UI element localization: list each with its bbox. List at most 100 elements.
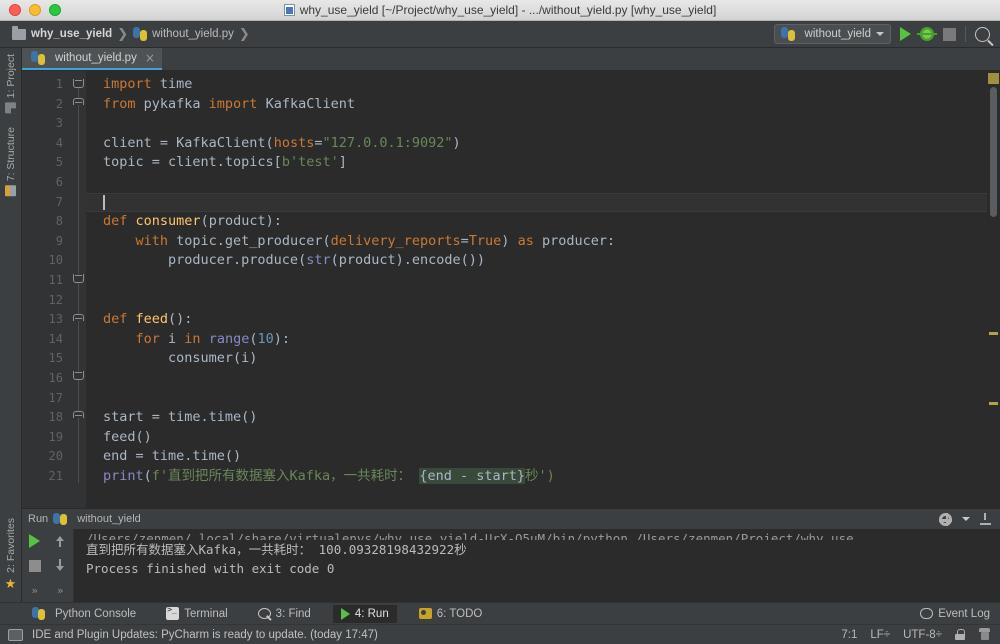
python-icon [32, 607, 45, 620]
code-line[interactable]: start = time.time() [86, 408, 1000, 428]
code-token: delivery_reports [331, 233, 461, 249]
fold-marker-consumer-end[interactable] [73, 314, 84, 321]
code-line[interactable]: import time [86, 75, 1000, 95]
code-token: import [103, 76, 152, 92]
window-title-bar: why_use_yield [~/Project/why_use_yield] … [0, 0, 1000, 21]
fold-marker-import[interactable] [73, 79, 84, 88]
code-token: pykafka [136, 96, 209, 112]
code-line[interactable] [86, 389, 1000, 409]
tab-terminal[interactable]: Terminal [158, 605, 235, 623]
breadcrumb-project-label: why_use_yield [31, 28, 112, 40]
code-token: ) [501, 233, 517, 249]
search-icon[interactable] [975, 27, 990, 42]
code-line[interactable] [86, 173, 1000, 193]
line-number: 17 [22, 389, 72, 409]
left-tool-window-bar: 1: Project 7: Structure ★ 2: Favorites [0, 48, 22, 602]
line-number: 15 [22, 349, 72, 369]
fold-marker-feed-end[interactable] [73, 411, 84, 418]
python-file-icon [284, 4, 295, 16]
line-number: 8 [22, 212, 72, 232]
code-line[interactable]: feed() [86, 428, 1000, 448]
tab-python-console[interactable]: Python Console [24, 605, 144, 623]
code-token: hosts [274, 135, 315, 151]
breadcrumb-item-project[interactable]: why_use_yield [12, 28, 112, 40]
fold-marker-consumer[interactable] [73, 274, 84, 283]
speech-bubble-icon [920, 608, 933, 619]
debug-icon[interactable] [920, 27, 934, 41]
close-icon[interactable]: × [145, 51, 155, 65]
line-number-gutter: 123456789101112131415161718192021 [22, 71, 72, 508]
stop-icon[interactable] [29, 560, 41, 572]
code-line[interactable]: def consumer(product): [86, 212, 1000, 232]
run-icon[interactable] [900, 27, 911, 41]
run-tool-window-toolbar: » » [22, 529, 74, 602]
hector-icon[interactable] [978, 628, 991, 641]
code-token: (): [168, 311, 192, 327]
code-line[interactable]: client = KafkaClient(hosts="127.0.0.1:90… [86, 134, 1000, 154]
tab-run-label: 4: Run [355, 608, 389, 620]
event-log-button[interactable]: Event Log [920, 608, 990, 620]
sidebar-item-favorites[interactable]: ★ 2: Favorites [0, 514, 22, 596]
line-number: 18 [22, 408, 72, 428]
search-icon [258, 608, 271, 619]
breadcrumb-item-file[interactable]: without_yield.py [133, 27, 234, 41]
code-line[interactable]: producer.produce(str(product).encode()) [86, 251, 1000, 271]
editor-marker-scrollbar[interactable] [987, 71, 1000, 508]
tab-run[interactable]: 4: Run [333, 605, 397, 623]
fold-marker-feed[interactable] [73, 371, 84, 380]
warning-marker[interactable] [988, 73, 999, 84]
sidebar-item-project-label: 1: Project [5, 54, 17, 98]
tab-find-label: 3: Find [276, 608, 311, 620]
code-token: f'直到把所有数据塞入Kafka，一共耗时： [152, 468, 420, 484]
code-line[interactable] [86, 193, 1000, 213]
code-line[interactable]: consumer(i) [86, 349, 1000, 369]
lock-icon[interactable] [955, 629, 965, 640]
fold-indent-line [78, 85, 79, 483]
change-marker[interactable] [989, 402, 998, 405]
rerun-icon[interactable] [29, 534, 40, 548]
encoding-selector[interactable]: UTF-8÷ [903, 629, 942, 641]
code-token: ] [339, 154, 347, 170]
scroll-down-icon[interactable] [55, 559, 65, 572]
code-line[interactable]: def feed(): [86, 310, 1000, 330]
code-line[interactable] [86, 369, 1000, 389]
code-line[interactable] [86, 271, 1000, 291]
chevron-down-icon[interactable] [962, 517, 970, 521]
tab-without-yield-py[interactable]: without_yield.py × [22, 48, 162, 70]
run-configuration-selector[interactable]: without_yield [774, 24, 891, 44]
code-token: start = time.time() [103, 409, 257, 425]
expand-icon-secondary[interactable]: » [57, 584, 64, 597]
code-line[interactable] [86, 291, 1000, 311]
python-icon [781, 27, 795, 41]
expand-icon[interactable]: » [31, 584, 38, 597]
scroll-up-icon[interactable] [55, 534, 65, 547]
scroll-to-end-icon[interactable] [980, 513, 991, 525]
breadcrumb: why_use_yield ❯ without_yield.py ❯ [12, 27, 255, 41]
code-editor[interactable]: 123456789101112131415161718192021 import… [22, 71, 1000, 508]
run-panel-config-name[interactable]: without_yield [77, 513, 141, 525]
change-marker[interactable] [989, 332, 998, 335]
code-folding-gutter[interactable] [72, 71, 86, 508]
code-token: import [209, 96, 258, 112]
tab-find[interactable]: 3: Find [250, 605, 319, 623]
code-line[interactable]: end = time.time() [86, 447, 1000, 467]
line-separator-selector[interactable]: LF÷ [870, 629, 890, 641]
settings-gear-icon[interactable] [939, 513, 952, 526]
caret-position[interactable]: 7:1 [841, 629, 857, 641]
code-line[interactable] [86, 114, 1000, 134]
stop-icon[interactable] [943, 28, 956, 41]
fold-marker-import-end[interactable] [73, 98, 84, 105]
code-line[interactable]: from pykafka import KafkaClient [86, 95, 1000, 115]
line-number: 10 [22, 251, 72, 271]
code-line[interactable]: topic = client.topics[b'test'] [86, 153, 1000, 173]
code-text[interactable]: import timefrom pykafka import KafkaClie… [86, 75, 1000, 508]
code-line[interactable]: with topic.get_producer(delivery_reports… [86, 232, 1000, 252]
memory-indicator-icon[interactable] [8, 629, 23, 641]
code-line[interactable]: print(f'直到把所有数据塞入Kafka，一共耗时： {end - star… [86, 467, 1000, 487]
code-line[interactable]: for i in range(10): [86, 330, 1000, 350]
editor-scrollbar-thumb[interactable] [990, 87, 997, 217]
tab-todo[interactable]: 6: TODO [411, 605, 491, 623]
sidebar-item-structure[interactable]: 7: Structure [0, 123, 22, 200]
run-console-output[interactable]: /Users/zenmen/.local/share/virtualenvs/w… [74, 529, 1000, 602]
sidebar-item-project[interactable]: 1: Project [0, 50, 22, 117]
